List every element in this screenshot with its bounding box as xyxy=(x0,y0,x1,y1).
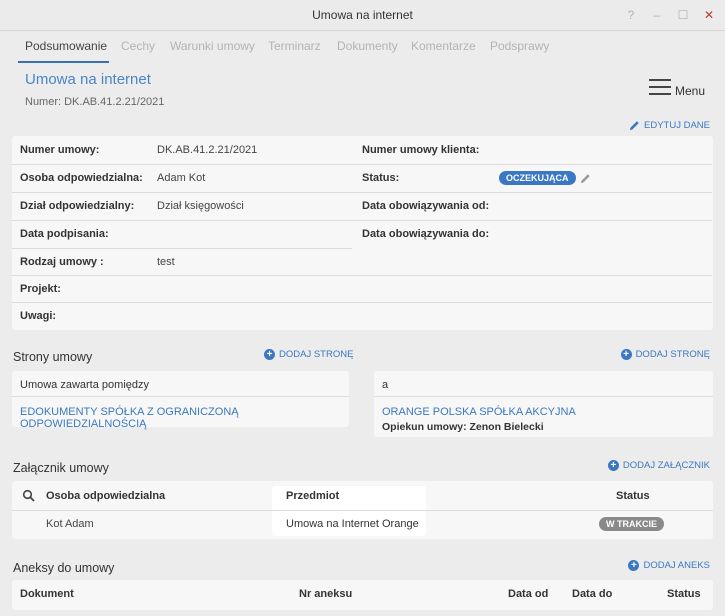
add-annex-label: DODAJ ANEKS xyxy=(643,560,710,571)
status-cell: OCZEKUJĄCA xyxy=(499,171,591,185)
responsible-value: Adam Kot xyxy=(157,172,206,184)
column-header-date-to[interactable]: Data do xyxy=(572,588,612,600)
row-person: Kot Adam xyxy=(46,518,94,530)
annexes-table: Dokument Nr aneksu Data od Data do Statu… xyxy=(12,580,713,610)
minimize-icon[interactable]: – xyxy=(651,0,663,31)
attachments-table: Osoba odpowiedzialna Przedmiot Status Ko… xyxy=(12,481,713,539)
row-contract-number: Numer umowy: DK.AB.41.2.21/2021 Numer um… xyxy=(12,136,712,164)
valid-from-label: Data obowiązywania od: xyxy=(362,200,490,212)
contract-keeper: Opiekun umowy: Zenon Bielecki xyxy=(382,421,544,433)
hamburger-icon xyxy=(648,79,671,95)
department-value: Dział księgowości xyxy=(157,200,244,212)
column-header-date-from[interactable]: Data od xyxy=(508,588,548,600)
add-party-right-button[interactable]: + DODAJ STRONĘ xyxy=(620,349,710,360)
tab-podsprawy[interactable]: Podsprawy xyxy=(490,39,549,53)
valid-to-label: Data obowiązywania do: xyxy=(362,228,490,240)
details-panel: Numer umowy: DK.AB.41.2.21/2021 Numer um… xyxy=(12,136,713,330)
divider xyxy=(374,396,713,397)
column-header-subject[interactable]: Przedmiot xyxy=(286,490,339,502)
column-header-person[interactable]: Osoba odpowiedzialna xyxy=(46,490,165,502)
row-responsible: Osoba odpowiedzialna: Adam Kot Status: O… xyxy=(12,164,712,192)
add-attachment-button[interactable]: + DODAJ ZAŁĄCZNIK xyxy=(607,460,710,471)
pencil-icon xyxy=(629,121,639,131)
plus-circle-icon: + xyxy=(607,460,619,471)
party-right-card: a ORANGE POLSKA SPÓŁKA AKCYJNA Opiekun u… xyxy=(374,371,713,437)
edit-data-label: EDYTUJ DANE xyxy=(644,120,710,131)
window-title: Umowa na internet xyxy=(312,8,413,22)
menu-button[interactable]: Menu xyxy=(648,79,705,98)
close-icon[interactable]: ✕ xyxy=(703,0,715,31)
plus-circle-icon: + xyxy=(620,349,632,360)
add-party-left-button[interactable]: + DODAJ STRONĘ xyxy=(264,349,353,360)
title-bar: Umowa na internet ? – ☐ ✕ xyxy=(0,0,725,31)
notes-label: Uwagi: xyxy=(20,310,57,322)
row-department: Dział odpowiedzialny: Dział księgowości … xyxy=(12,192,712,220)
client-number-label: Numer umowy klienta: xyxy=(362,144,480,156)
row-notes: Uwagi: xyxy=(12,302,712,330)
contract-header: Umowa na internet Numer: DK.AB.41.2.21/2… xyxy=(0,63,725,128)
add-party-label: DODAJ STRONĘ xyxy=(279,349,354,360)
status-label: Status: xyxy=(362,172,400,184)
menu-label: Menu xyxy=(674,84,705,98)
tab-terminarz[interactable]: Terminarz xyxy=(268,39,321,53)
responsible-label: Osoba odpowiedzialna: xyxy=(20,172,143,184)
department-label: Dział odpowiedzialny: xyxy=(20,200,135,212)
contract-type-value: test xyxy=(157,256,175,268)
column-header-status[interactable]: Status xyxy=(616,490,650,502)
tab-cechy[interactable]: Cechy xyxy=(121,39,155,53)
add-attachment-label: DODAJ ZAŁĄCZNIK xyxy=(622,460,710,471)
row-status-badge: W TRAKCIE xyxy=(599,517,664,531)
party-left-company-link[interactable]: EDOKUMENTY SPÓŁKA Z OGRANICZONĄ ODPOWIED… xyxy=(20,406,349,430)
window-controls: ? – ☐ ✕ xyxy=(625,0,715,31)
column-header-annex-status[interactable]: Status xyxy=(667,588,701,600)
tab-komentarze[interactable]: Komentarze xyxy=(411,39,476,53)
page-title: Umowa na internet xyxy=(25,71,151,88)
edit-status-icon[interactable] xyxy=(580,173,591,184)
tab-bar: Podsumowanie Cechy Warunki umowy Termina… xyxy=(0,31,725,63)
contract-window: Umowa na internet ? – ☐ ✕ Podsumowanie C… xyxy=(0,0,725,616)
row-signing: Data podpisania: Data obowiązywania do: xyxy=(12,220,712,248)
column-header-annex-number[interactable]: Nr aneksu xyxy=(299,588,352,600)
divider xyxy=(12,396,349,397)
divider xyxy=(12,510,713,511)
party-left-card: Umowa zawarta pomiędzy EDOKUMENTY SPÓŁKA… xyxy=(12,371,349,430)
contract-type-label: Rodzaj umowy : xyxy=(20,256,104,268)
row-project: Projekt: xyxy=(12,275,712,303)
search-icon[interactable] xyxy=(22,489,35,502)
add-annex-button[interactable]: + DODAJ ANEKS xyxy=(628,560,710,571)
tab-dokumenty[interactable]: Dokumenty xyxy=(337,39,398,53)
help-icon[interactable]: ? xyxy=(625,0,637,31)
add-party-label: DODAJ STRONĘ xyxy=(635,349,710,360)
parties-title: Strony umowy xyxy=(13,350,93,364)
party-right-header: a xyxy=(382,379,389,391)
plus-circle-icon: + xyxy=(628,560,640,571)
contract-number-value: DK.AB.41.2.21/2021 xyxy=(157,144,258,156)
project-label: Projekt: xyxy=(20,283,61,295)
maximize-icon[interactable]: ☐ xyxy=(677,0,689,31)
attachments-title: Załącznik umowy xyxy=(13,461,109,475)
tab-warunki-umowy[interactable]: Warunki umowy xyxy=(170,39,255,53)
signing-date-label: Data podpisania: xyxy=(20,228,109,240)
tab-podsumowanie[interactable]: Podsumowanie xyxy=(25,39,107,53)
row-subject: Umowa na Internet Orange xyxy=(286,518,419,530)
plus-circle-icon: + xyxy=(264,349,275,360)
party-left-header: Umowa zawarta pomiędzy xyxy=(20,379,149,391)
status-badge: OCZEKUJĄCA xyxy=(499,171,576,185)
contract-number: Numer: DK.AB.41.2.21/2021 xyxy=(25,96,165,108)
edit-data-button[interactable]: EDYTUJ DANE xyxy=(629,120,710,131)
row-type: Rodzaj umowy : test xyxy=(12,248,712,276)
annexes-title: Aneksy do umowy xyxy=(13,561,115,575)
column-header-document[interactable]: Dokument xyxy=(20,588,74,600)
party-right-company-link[interactable]: ORANGE POLSKA SPÓŁKA AKCYJNA xyxy=(382,406,576,418)
contract-number-label: Numer umowy: xyxy=(20,144,100,156)
